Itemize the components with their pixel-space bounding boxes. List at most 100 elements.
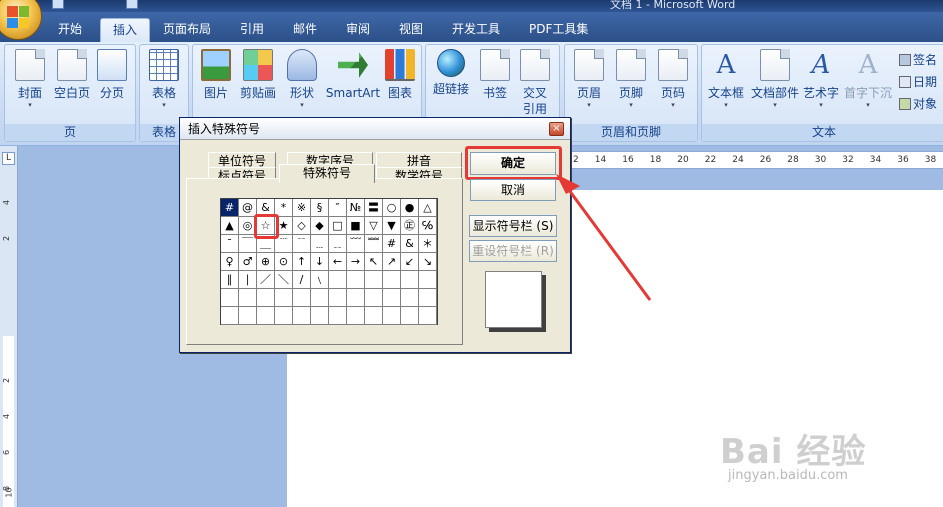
symbol-cell[interactable]: ∥	[221, 271, 239, 289]
vertical-ruler[interactable]: L 4 2 2 4 6 8 10	[0, 146, 18, 507]
symbol-cell[interactable]: ﹌	[365, 235, 383, 253]
page-number-button[interactable]: 页码 ▾	[650, 49, 696, 109]
shapes-button[interactable]: 形状 ▾	[279, 49, 325, 109]
symbol-cell[interactable]: ⊙	[275, 253, 293, 271]
symbol-cell[interactable]: ▲	[221, 217, 239, 235]
symbol-cell[interactable]: ◇	[293, 217, 311, 235]
tab-8[interactable]: PDF工具集	[517, 18, 600, 42]
symbol-cell[interactable]	[311, 289, 329, 307]
symbol-cell[interactable]	[329, 271, 347, 289]
symbol-cell[interactable]: ﹨	[311, 271, 329, 289]
date-button[interactable]: 日期	[899, 73, 937, 90]
symbol-cell[interactable]: ﹎	[329, 235, 347, 253]
signature-button[interactable]: 签名	[899, 51, 937, 68]
symbol-cell[interactable]: ℅	[419, 217, 437, 235]
chart-button[interactable]: 图表	[377, 49, 423, 101]
symbol-cell[interactable]: ﹍	[311, 235, 329, 253]
tab-6[interactable]: 视图	[387, 18, 435, 42]
symbol-cell[interactable]: 〓	[365, 199, 383, 217]
wordart-button[interactable]: A 艺术字 ▾	[800, 49, 842, 109]
cross-reference-button[interactable]: 交叉 引用	[512, 49, 558, 117]
tab-7[interactable]: 开发工具	[440, 18, 512, 42]
tab-special-symbols[interactable]: 特殊符号	[279, 164, 375, 183]
symbol-cell[interactable]: §	[311, 199, 329, 217]
symbol-cell[interactable]: ∕	[293, 271, 311, 289]
symbol-cell[interactable]	[257, 289, 275, 307]
tab-selector-icon[interactable]: L	[2, 152, 15, 165]
symbol-cell[interactable]	[365, 307, 383, 325]
symbol-cell[interactable]: ↑	[293, 253, 311, 271]
symbol-cell[interactable]	[419, 289, 437, 307]
symbol-cell[interactable]	[383, 307, 401, 325]
symbol-cell[interactable]	[365, 289, 383, 307]
show-symbol-bar-button[interactable]: 显示符号栏 (S)	[469, 215, 557, 237]
tab-0[interactable]: 开始	[46, 18, 94, 42]
symbol-cell[interactable]: ▼	[383, 217, 401, 235]
object-button[interactable]: 对象	[899, 95, 937, 112]
symbol-cell[interactable]: →	[347, 253, 365, 271]
cover-button[interactable]: 封面 ▾	[7, 49, 53, 109]
symbol-cell[interactable]	[257, 307, 275, 325]
symbol-cell[interactable]: &	[401, 235, 419, 253]
symbol-cell[interactable]	[275, 289, 293, 307]
symbol-cell[interactable]	[383, 271, 401, 289]
symbol-cell[interactable]: ◆	[311, 217, 329, 235]
symbol-cell[interactable]: ↘	[419, 253, 437, 271]
symbol-cell[interactable]: ㊣	[401, 217, 419, 235]
symbol-cell[interactable]	[275, 307, 293, 325]
symbol-cell[interactable]	[347, 307, 365, 325]
symbol-cell[interactable]: №	[347, 199, 365, 217]
symbol-cell[interactable]: □	[329, 217, 347, 235]
symbol-cell[interactable]	[293, 307, 311, 325]
tab-5[interactable]: 审阅	[334, 18, 382, 42]
symbol-cell[interactable]: ﹊	[293, 235, 311, 253]
close-icon[interactable]: ×	[549, 122, 564, 136]
reset-symbol-bar-button[interactable]: 重设符号栏 (R)	[469, 240, 557, 262]
print-preview-icon[interactable]	[126, 0, 138, 9]
symbol-cell[interactable]: #	[221, 199, 239, 217]
symbol-cell[interactable]	[329, 289, 347, 307]
symbol-cell[interactable]: ○	[383, 199, 401, 217]
symbol-cell[interactable]: ﹋	[347, 235, 365, 253]
header-button[interactable]: 页眉 ▾	[566, 49, 612, 109]
symbol-cell[interactable]	[311, 307, 329, 325]
symbol-cell[interactable]: ↓	[311, 253, 329, 271]
cancel-button[interactable]: 取消	[470, 179, 556, 201]
smartart-button[interactable]: SmartArt	[325, 49, 381, 101]
symbol-cell[interactable]	[419, 271, 437, 289]
symbol-cell[interactable]	[347, 271, 365, 289]
tab-3[interactable]: 引用	[228, 18, 276, 42]
symbol-cell[interactable]	[221, 289, 239, 307]
symbol-grid[interactable]: # @ & * ※ § ″ № 〓 ○ ● △ ▲ ◎ ☆ ★ ◇ ◆ □ ■ ▽ ▼ ㊣ ℅ ˉ ￣ ＿ ﹉ ﹊ ﹍ ﹎ ﹋ ﹌ # & ＊ ♀ ♂ ⊕ ⊙…	[220, 198, 438, 325]
symbol-cell[interactable]: #	[383, 235, 401, 253]
symbol-cell[interactable]	[401, 271, 419, 289]
symbol-cell[interactable]	[419, 307, 437, 325]
symbol-cell[interactable]	[293, 289, 311, 307]
symbol-cell[interactable]	[221, 307, 239, 325]
page-break-button[interactable]: 分页	[89, 49, 135, 101]
table-button[interactable]: 表格 ▾	[141, 49, 187, 109]
symbol-cell[interactable]: ●	[401, 199, 419, 217]
symbol-cell[interactable]	[365, 271, 383, 289]
symbol-cell[interactable]: ※	[293, 199, 311, 217]
symbol-cell[interactable]: ↗	[383, 253, 401, 271]
symbol-cell[interactable]: ←	[329, 253, 347, 271]
symbol-cell[interactable]	[401, 289, 419, 307]
drop-cap-button[interactable]: A 首字下沉 ▾	[842, 49, 894, 109]
tab-2[interactable]: 页面布局	[151, 18, 223, 42]
symbol-cell[interactable]: ⊕	[257, 253, 275, 271]
symbol-cell[interactable]: ♂	[239, 253, 257, 271]
symbol-cell[interactable]: ″	[329, 199, 347, 217]
tab-4[interactable]: 邮件	[281, 18, 329, 42]
tab-1[interactable]: 插入	[100, 18, 151, 42]
hyperlink-button[interactable]: 超链接	[428, 49, 474, 97]
symbol-cell[interactable]	[401, 307, 419, 325]
save-icon[interactable]	[52, 0, 64, 9]
symbol-cell[interactable]	[347, 289, 365, 307]
symbol-cell[interactable]: ˉ	[221, 235, 239, 253]
text-box-button[interactable]: A 文本框 ▾	[704, 49, 748, 109]
picture-button[interactable]: 图片	[193, 49, 239, 101]
horizontal-ruler[interactable]: 12 14 16 18 20 22 24 26 28 30 32 34 36 38	[558, 151, 943, 169]
symbol-cell[interactable]	[239, 307, 257, 325]
symbol-cell[interactable]: ＼	[275, 271, 293, 289]
